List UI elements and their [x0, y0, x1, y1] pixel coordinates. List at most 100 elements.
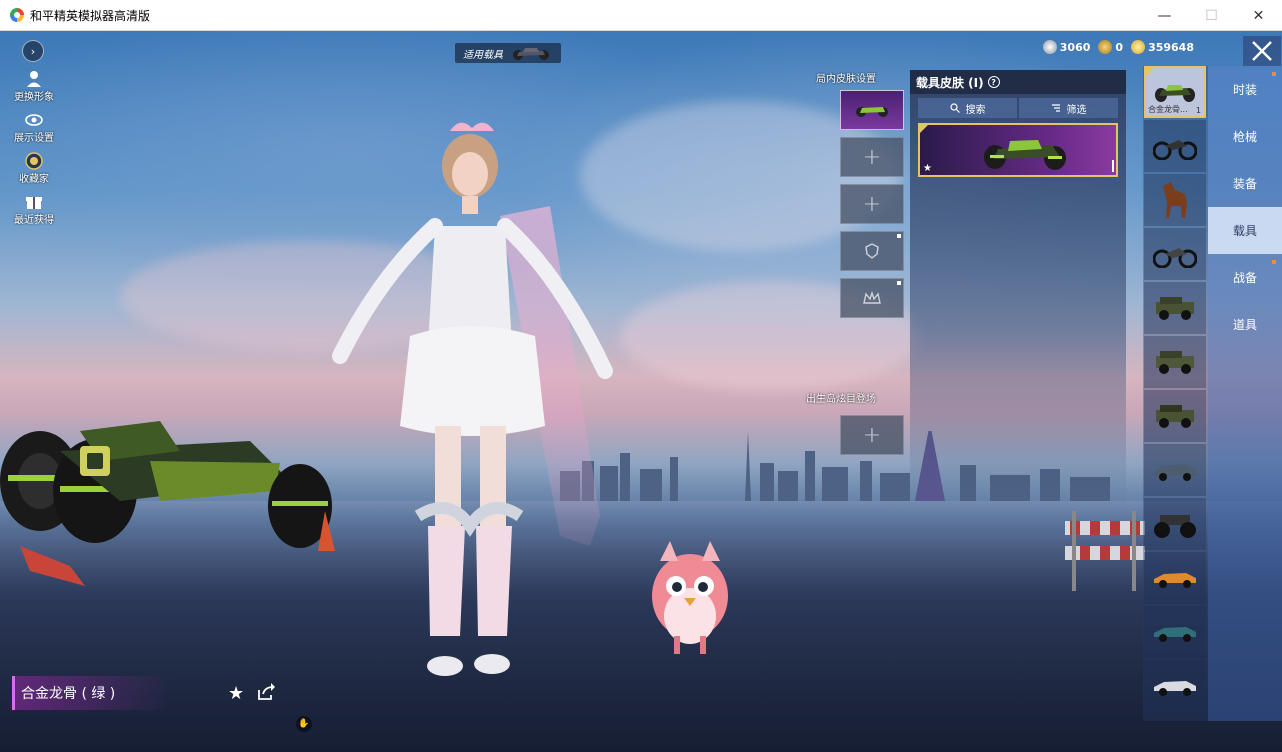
skin-toolbar: 搜索 筛选 [918, 98, 1118, 118]
plus-icon: + [862, 191, 882, 217]
tab-fashion[interactable]: 时装 [1208, 66, 1282, 113]
vehicle-item-kart[interactable]: 合金龙骨... 1 [1144, 66, 1206, 118]
vehicle-item-sedan[interactable] [1144, 444, 1206, 496]
pet-bird-model [652, 541, 728, 654]
horse-icon [1163, 182, 1187, 218]
vehicle-item-jeep-2[interactable] [1144, 336, 1206, 388]
vehicle-item-muscle-car[interactable] [1144, 552, 1206, 604]
menu-display-settings[interactable]: 展示设置 [8, 111, 60, 144]
vehicle-item-jeep-3[interactable] [1144, 390, 1206, 442]
tab-weapons[interactable]: 枪械 [1208, 113, 1282, 160]
tab-items[interactable]: 道具 [1208, 301, 1282, 348]
jeep-icon [1156, 405, 1194, 428]
gold-amount: 359648 [1148, 40, 1194, 54]
rotate-model-button[interactable]: ✋ [296, 716, 312, 732]
notification-dot [1272, 260, 1276, 264]
hand-icon: ✋ [298, 719, 310, 729]
a-coin-icon [1098, 40, 1113, 54]
kart-icon [513, 48, 549, 60]
ingame-skin-slot-1[interactable] [840, 90, 904, 130]
selected-item-name-bar: 合金龙骨 ( 绿 ) [12, 676, 172, 710]
vehicle-item-motorcycle[interactable] [1144, 120, 1206, 172]
jeep-icon [1156, 351, 1194, 374]
silver-currency[interactable]: 3060 [1042, 40, 1091, 54]
window-title: 和平精英模拟器高清版 [30, 8, 151, 23]
a-amount: 0 [1115, 40, 1124, 54]
favorite-star-icon: ★ [923, 163, 932, 174]
kart-icon [1155, 85, 1195, 102]
tab-vehicles[interactable]: 载具 [1208, 207, 1282, 254]
coupe-icon [1154, 627, 1196, 642]
ingame-skin-setting-label: 局内皮肤设置 [816, 74, 876, 85]
window-titlebar: 和平精英模拟器高清版 — ☐ ✕ [0, 0, 1282, 31]
menu-label: 收藏家 [19, 174, 49, 185]
tab-label: 道具 [1232, 318, 1257, 332]
maximize-button[interactable]: ☐ [1188, 0, 1235, 31]
silver-amount: 3060 [1059, 40, 1091, 54]
menu-change-appearance[interactable]: 更换形象 [8, 70, 60, 103]
skin-card-selected[interactable]: ★ [918, 123, 1118, 177]
vehicle-item-monster-truck[interactable] [1144, 498, 1206, 550]
minimize-button[interactable]: — [1141, 0, 1188, 31]
vehicle-item-coupe-white[interactable] [1144, 660, 1206, 712]
vehicle-item-horse[interactable] [1144, 174, 1206, 226]
motorcycle-icon [1153, 248, 1197, 268]
vehicle-item-coupe-teal[interactable] [1144, 606, 1206, 658]
menu-collector[interactable]: 收藏家 [8, 152, 60, 185]
spawn-showcase-slot[interactable]: + [840, 415, 904, 455]
currency-bar: 3060 0 359648 [1042, 40, 1194, 54]
monster-truck-icon [1154, 515, 1196, 538]
vehicle-list: 合金龙骨... 1 [1143, 66, 1208, 721]
skin-panel-title: 载具皮肤 (I) ? [910, 70, 1126, 94]
close-window-button[interactable]: ✕ [1235, 0, 1282, 31]
count-bar [1112, 160, 1114, 172]
help-icon[interactable]: ? [987, 76, 1000, 88]
filter-button[interactable]: 筛选 [1019, 98, 1118, 118]
ingame-skin-slot-locked-2[interactable] [840, 278, 904, 318]
close-icon [1252, 41, 1272, 61]
left-menu: › 更换形象 展示设置 收藏家 最近获得 [8, 40, 60, 226]
ingame-skin-slot-locked-1[interactable] [840, 231, 904, 271]
tab-label: 战备 [1232, 271, 1257, 285]
window-controls: — ☐ ✕ [1141, 0, 1282, 31]
apply-vehicle-tag[interactable]: 适用载具 [455, 43, 561, 63]
menu-label: 最近获得 [14, 215, 54, 226]
vehicle-item-motorcycle-2[interactable] [1144, 228, 1206, 280]
character-model [332, 122, 613, 676]
vehicle-item-jeep[interactable] [1144, 282, 1206, 334]
search-button[interactable]: 搜索 [918, 98, 1017, 118]
ingame-skin-slot-2[interactable]: + [840, 137, 904, 177]
close-wardrobe-button[interactable] [1243, 36, 1281, 66]
vehicle-kart-model [0, 421, 335, 586]
muscle-car-icon [1154, 573, 1196, 588]
vehicle-caption: 合金龙骨... [1148, 105, 1188, 114]
share-icon[interactable] [256, 682, 276, 702]
menu-recently-obtained[interactable]: 最近获得 [8, 193, 60, 226]
category-tabs: 时装 枪械 装备 载具 战备 道具 [1208, 66, 1282, 721]
vehicle-count: 1 [1195, 106, 1201, 115]
tab-equipment[interactable]: 装备 [1208, 160, 1282, 207]
filter-icon [1051, 104, 1060, 112]
gift-icon [25, 193, 43, 211]
expand-menu-button[interactable]: › [22, 40, 44, 62]
menu-label: 展示设置 [14, 133, 54, 144]
search-icon [949, 103, 960, 113]
a-currency[interactable]: 0 [1098, 40, 1123, 54]
gold-currency[interactable]: 359648 [1131, 40, 1194, 54]
search-label: 搜索 [965, 104, 986, 116]
favorite-button[interactable]: ★ [228, 683, 244, 704]
tab-combat-gear[interactable]: 战备 [1208, 254, 1282, 301]
lock-icon [897, 281, 901, 285]
gold-coin-icon [1131, 40, 1146, 54]
badge-icon [25, 152, 43, 170]
crown-icon [863, 291, 881, 304]
rarity-corner [920, 125, 928, 133]
jeep-icon [1156, 297, 1194, 320]
star-icon: ★ [228, 683, 245, 704]
ingame-skin-slot-3[interactable]: + [840, 184, 904, 224]
person-icon [25, 70, 43, 88]
apply-vehicle-label: 适用载具 [463, 49, 503, 61]
kart-icon [856, 107, 888, 117]
spawn-showcase-label: 出生岛炫目登场 [806, 394, 876, 405]
tab-label: 时装 [1232, 83, 1257, 97]
